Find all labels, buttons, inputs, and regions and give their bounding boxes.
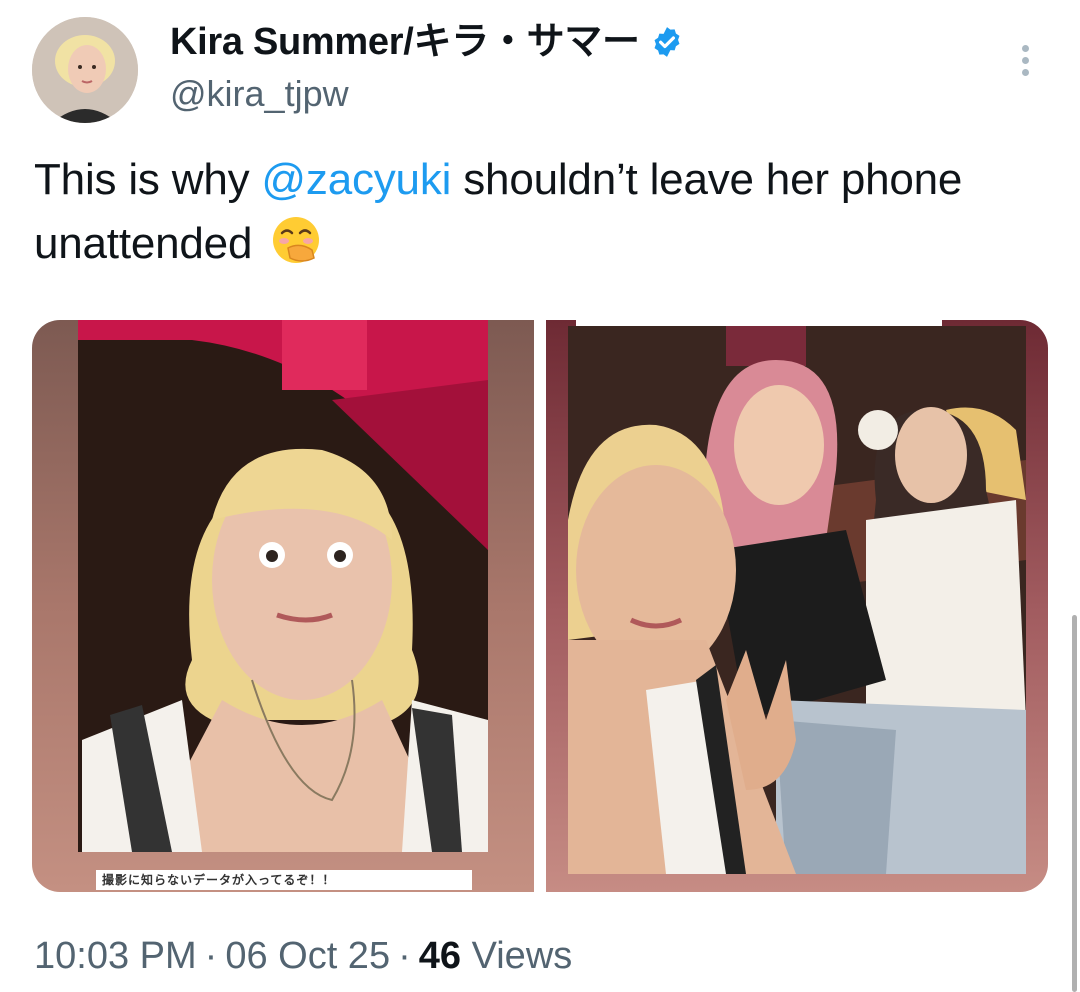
tweet-time[interactable]: 10:03 PM: [34, 935, 197, 977]
author-avatar[interactable]: [32, 17, 138, 123]
meta-separator: ·: [398, 935, 411, 977]
verified-badge-icon: [654, 27, 680, 57]
more-dot: [1021, 44, 1029, 52]
author-display-name[interactable]: Kira Summer/キラ・サマー: [170, 18, 640, 66]
photo-selfie-image: [32, 320, 534, 892]
scrollbar[interactable]: [1072, 615, 1077, 992]
views-count: 46: [418, 935, 462, 977]
hand-over-mouth-emoji-icon: [273, 217, 320, 263]
tweet-date[interactable]: 06 Oct 25: [225, 935, 390, 977]
tweet-text-before: This is why: [34, 155, 262, 204]
mention-link[interactable]: @zacyuki: [261, 155, 451, 204]
author-name-row: Kira Summer/キラ・サマー: [170, 18, 684, 66]
avatar-image: [32, 17, 138, 123]
photo-group-image: [546, 320, 1048, 892]
photo-caption: 撮影に知らないデータが入ってるぞ！！: [96, 870, 472, 890]
more-dot: [1021, 68, 1029, 76]
more-dot: [1021, 56, 1029, 64]
media-photo-2[interactable]: [546, 320, 1048, 892]
tweet-meta: 10:03 PM · 06 Oct 25 · 46 Views: [34, 930, 572, 982]
views-label: Views: [471, 935, 573, 977]
author-handle[interactable]: @kira_tjpw: [170, 72, 349, 116]
media-photo-1[interactable]: 撮影に知らないデータが入ってるぞ！！: [32, 320, 534, 892]
tweet-text: This is why @zacyuki shouldn’t leave her…: [34, 148, 1044, 276]
more-options-icon[interactable]: [1010, 40, 1040, 80]
meta-separator: ·: [204, 935, 218, 977]
media-grid: 撮影に知らないデータが入ってるぞ！！: [32, 320, 1048, 892]
